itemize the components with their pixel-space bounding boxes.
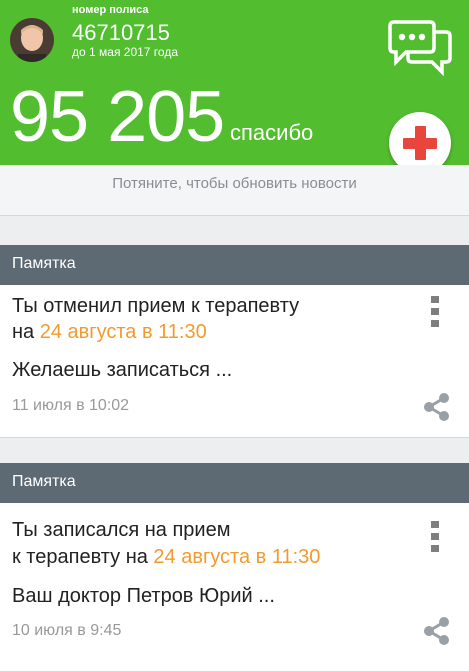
policy-number: 46710715 (72, 20, 170, 45)
news-card[interactable]: Ты записался на прием к терапевту на 24 … (0, 503, 469, 672)
more-icon[interactable] (431, 296, 439, 332)
news-card[interactable]: Ты отменил прием к терапевту на 24 авгус… (0, 285, 469, 438)
card-line-3: Ваш доктор Петров Юрий ... (12, 585, 275, 607)
card-date: 11 июля в 10:02 (12, 397, 130, 414)
card-line-1: Ты отменил прием к терапевту (12, 295, 300, 317)
pull-hint: Потяните, чтобы обновить новости (112, 175, 357, 192)
appointment-time: 24 августа в 11:30 (39, 321, 207, 343)
header: номер полиса 46710715 до 1 мая 2017 года… (0, 0, 469, 174)
appointment-time: 24 августа в 11:30 (153, 546, 321, 568)
section-title: Памятка (0, 245, 469, 285)
card-line-2: к терапевту на 24 августа в 11:30 (12, 546, 321, 568)
pull-to-refresh[interactable]: Потяните, чтобы обновить новости (0, 165, 469, 216)
score-unit: спасибо (230, 120, 314, 145)
policy-valid-until: до 1 мая 2017 года (72, 45, 179, 59)
share-icon[interactable] (420, 615, 452, 647)
more-icon[interactable] (431, 521, 439, 557)
card-date: 10 июля в 9:45 (12, 622, 122, 639)
card-line-2: на 24 августа в 11:30 (12, 321, 207, 343)
avatar[interactable] (10, 18, 54, 62)
card-line-1: Ты записался на прием (12, 519, 231, 541)
score-value: 95 205 (10, 77, 225, 157)
card-line-3: Желаешь записаться ... (12, 359, 233, 381)
chat-icon[interactable] (388, 18, 452, 77)
section-title: Памятка (0, 463, 469, 503)
policy-label: номер полиса (72, 4, 149, 16)
share-icon[interactable] (420, 391, 452, 423)
